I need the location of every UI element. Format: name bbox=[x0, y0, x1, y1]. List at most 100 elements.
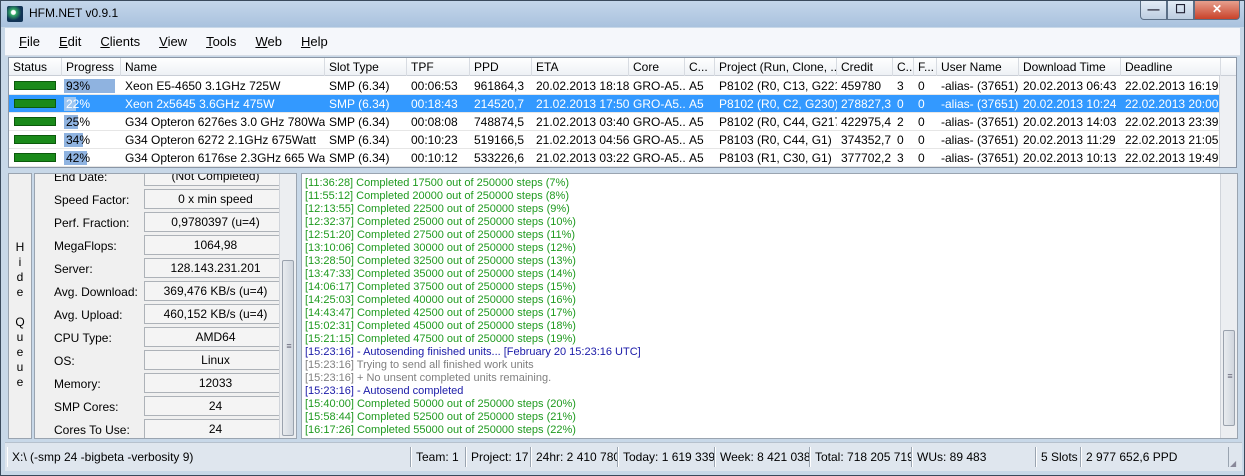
user-name-cell: -alias- (37651) bbox=[941, 133, 1019, 147]
table-row[interactable]: 22% Xeon 2x5645 3.6GHz 475W SMP (6.34) 00:1… bbox=[9, 95, 1221, 113]
column-header[interactable]: ETA bbox=[532, 58, 629, 76]
info-value: 369,476 KB/s (u=4) bbox=[144, 281, 287, 301]
menu-help[interactable]: Help bbox=[301, 34, 328, 49]
column-header[interactable]: Name bbox=[121, 58, 325, 76]
completed-cell: 0 bbox=[897, 133, 904, 147]
info-value: AMD64 bbox=[144, 327, 287, 347]
column-header[interactable]: Slot Type bbox=[325, 58, 407, 76]
tpf-cell: 00:10:23 bbox=[411, 133, 458, 147]
status-slots: 5 Slots bbox=[1036, 447, 1081, 467]
maximize-button[interactable]: ☐ bbox=[1167, 1, 1194, 20]
core-id-cell: A5 bbox=[689, 79, 704, 93]
info-label: MegaFlops: bbox=[54, 239, 117, 253]
eta-cell: 21.02.2013 04:56 bbox=[536, 133, 629, 147]
column-header[interactable]: C... bbox=[685, 58, 715, 76]
menu-edit[interactable]: Edit bbox=[59, 34, 81, 49]
table-row[interactable]: 93% Xeon E5-4650 3.1GHz 725W SMP (6.34) 00:… bbox=[9, 77, 1221, 95]
menu-tools[interactable]: Tools bbox=[206, 34, 236, 49]
project-cell: P8103 (R1, C30, G1) bbox=[719, 151, 832, 165]
info-value: 0,9780397 (u=4) bbox=[144, 212, 287, 232]
info-row: Memory: 12033 bbox=[54, 373, 287, 395]
ppd-cell: 519166,5 bbox=[474, 133, 525, 147]
menu-file[interactable]: File bbox=[19, 34, 40, 49]
status-wus: WUs: 89 483 bbox=[912, 447, 1036, 467]
core-cell: GRO-A5... bbox=[633, 97, 685, 111]
log-line: [13:10:06] Completed 30000 out of 250000… bbox=[305, 242, 576, 254]
info-value: 460,152 KB/s (u=4) bbox=[144, 304, 287, 324]
grip-icon: ≡ bbox=[1227, 371, 1233, 381]
name-cell: G34 Opteron 6272 2.1GHz 675Watt bbox=[125, 133, 316, 147]
column-header[interactable]: F... bbox=[914, 58, 937, 76]
column-header[interactable]: Core bbox=[629, 58, 685, 76]
slot-type-cell: SMP (6.34) bbox=[329, 79, 390, 93]
app-window: HFM.NET v0.9.1 — ☐ ✕ File Edit Clients V… bbox=[0, 0, 1245, 476]
log-line: [12:32:37] Completed 25000 out of 250000… bbox=[305, 216, 576, 228]
slot-type-cell: SMP (6.34) bbox=[329, 97, 390, 111]
menu-view[interactable]: View bbox=[159, 34, 187, 49]
column-header[interactable]: PPD bbox=[470, 58, 532, 76]
credit-cell: 377702,2 bbox=[841, 151, 892, 165]
maximize-icon: ☐ bbox=[1175, 2, 1186, 16]
info-label: Server: bbox=[54, 262, 93, 276]
log-scroll-thumb[interactable]: ≡ bbox=[1223, 330, 1235, 426]
column-header[interactable]: Download Time bbox=[1019, 58, 1121, 76]
slot-type-cell: SMP (6.34) bbox=[329, 151, 390, 165]
table-row[interactable]: 34% G34 Opteron 6272 2.1GHz 675Watt SMP (6… bbox=[9, 131, 1221, 149]
column-header[interactable]: C... bbox=[893, 58, 914, 76]
column-header[interactable]: Project (Run, Clone, ... bbox=[715, 58, 837, 76]
menu-bar: File Edit Clients View Tools Web Help bbox=[5, 28, 1240, 56]
grid-scrollbar[interactable] bbox=[1219, 76, 1236, 167]
hide-queue-button[interactable]: Hide Queue bbox=[8, 173, 32, 439]
close-button[interactable]: ✕ bbox=[1194, 1, 1240, 20]
log-line: [15:21:15] Completed 47500 out of 250000… bbox=[305, 333, 576, 345]
app-icon bbox=[7, 6, 23, 22]
core-cell: GRO-A5... bbox=[633, 79, 685, 93]
menu-clients[interactable]: Clients bbox=[100, 34, 140, 49]
log-line: [12:51:20] Completed 27500 out of 250000… bbox=[305, 229, 576, 241]
deadline-cell: 22.02.2013 20:00 bbox=[1125, 97, 1219, 111]
failed-cell: 0 bbox=[918, 115, 925, 129]
status-today: Today: 1 619 339 bbox=[618, 447, 715, 467]
hide-queue-label: Hide Queue bbox=[15, 240, 25, 389]
info-value: 128.143.231.201 bbox=[144, 258, 287, 278]
info-scroll-thumb[interactable]: ≡ bbox=[282, 260, 294, 436]
info-label: OS: bbox=[54, 354, 75, 368]
resize-grip-icon[interactable]: ◢ bbox=[1230, 459, 1240, 469]
log-viewer: [11:36:28] Completed 17500 out of 250000… bbox=[301, 173, 1238, 439]
log-line: [15:23:16] - Autosend completed bbox=[305, 385, 464, 397]
ppd-cell: 748874,5 bbox=[474, 115, 525, 129]
column-header[interactable]: User Name bbox=[937, 58, 1019, 76]
download-time-cell: 20.02.2013 10:24 bbox=[1023, 97, 1117, 111]
core-id-cell: A5 bbox=[689, 97, 704, 111]
credit-cell: 422975,4 bbox=[841, 115, 892, 129]
eta-cell: 21.02.2013 03:40 bbox=[536, 115, 629, 129]
info-label: Cores To Use: bbox=[54, 423, 130, 437]
info-row: Cores To Use: 24 bbox=[54, 419, 287, 438]
info-row: End Date: (Not Completed) bbox=[54, 174, 287, 188]
column-header[interactable]: Progress bbox=[62, 58, 121, 76]
info-label: SMP Cores: bbox=[54, 400, 119, 414]
info-value: 1064,98 bbox=[144, 235, 287, 255]
info-row: Speed Factor: 0 x min speed bbox=[54, 189, 287, 211]
deadline-cell: 22.02.2013 23:39 bbox=[1125, 115, 1219, 129]
log-scrollbar[interactable]: ≡ bbox=[1220, 174, 1237, 438]
core-id-cell: A5 bbox=[689, 115, 704, 129]
core-id-cell: A5 bbox=[689, 151, 704, 165]
column-header[interactable]: TPF bbox=[407, 58, 470, 76]
ppd-cell: 533226,6 bbox=[474, 151, 525, 165]
column-header[interactable]: Status bbox=[9, 58, 62, 76]
minimize-button[interactable]: — bbox=[1140, 1, 1167, 20]
download-time-cell: 20.02.2013 14:03 bbox=[1023, 115, 1117, 129]
status-bar: X:\ (-smp 24 -bigbeta -verbosity 9) Team… bbox=[5, 442, 1242, 471]
info-scrollbar[interactable]: ≡ bbox=[279, 174, 296, 438]
info-value: Linux bbox=[144, 350, 287, 370]
info-row: SMP Cores: 24 bbox=[54, 396, 287, 418]
column-header[interactable]: Deadline bbox=[1121, 58, 1221, 76]
table-row[interactable]: 25% G34 Opteron 6276es 3.0 GHz 780Watt SMP… bbox=[9, 113, 1221, 131]
column-header[interactable]: Credit bbox=[837, 58, 893, 76]
menu-web[interactable]: Web bbox=[255, 34, 282, 49]
table-row[interactable]: 42% G34 Opteron 6176se 2.3GHz 665 Watt SMP… bbox=[9, 149, 1221, 167]
title-bar[interactable]: HFM.NET v0.9.1 — ☐ ✕ bbox=[1, 1, 1244, 27]
credit-cell: 459780 bbox=[841, 79, 882, 93]
core-id-cell: A5 bbox=[689, 133, 704, 147]
